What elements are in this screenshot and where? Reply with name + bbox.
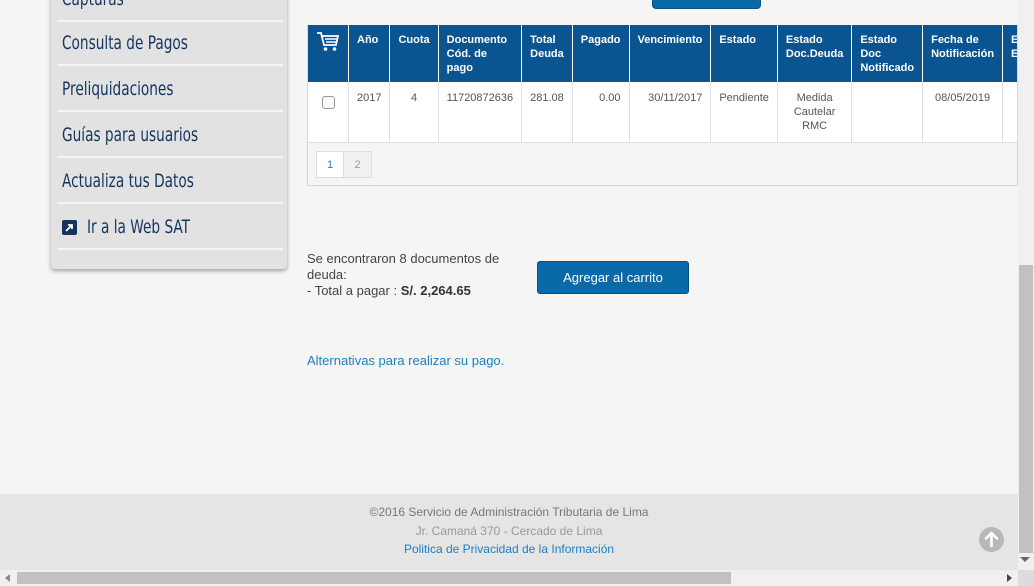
- scroll-right-arrow-icon[interactable]: [1007, 574, 1012, 582]
- privacy-policy-link[interactable]: Politica de Privacidad de la Información: [0, 542, 1018, 556]
- cell-estado-exp: [1002, 82, 1017, 143]
- total-amount: S/. 2,264.65: [400, 283, 471, 298]
- shopping-cart-icon: [316, 32, 340, 56]
- footer: ©2016 Servicio de Administración Tributa…: [0, 494, 1018, 570]
- external-link-icon: [62, 219, 77, 235]
- col-header-estado-exp: Estado de Expediente: [1002, 25, 1017, 82]
- cell-estado: Pendiente: [710, 82, 778, 143]
- cell-documento: 11720872636: [438, 82, 523, 143]
- table-row: 2017 4 11720872636 281.08 0.00 30/11/201…: [308, 82, 1017, 143]
- col-header-vencimiento: Vencimiento: [629, 25, 712, 82]
- summary-total: - Total a pagar : S/. 2,264.65: [307, 283, 471, 298]
- row-select-cell: [308, 82, 349, 143]
- cell-estado-notif: [851, 82, 924, 143]
- page-2[interactable]: 2: [344, 151, 372, 178]
- sidebar-item-preliquidaciones[interactable]: Preliquidaciones: [57, 68, 283, 112]
- cell-vencimiento: 30/11/2017: [629, 82, 712, 143]
- table-header-row: Año Cuota Documento Cód. de pago Total D…: [308, 25, 1017, 82]
- summary-count: Se encontraron 8 documentos de deuda:: [307, 251, 500, 282]
- col-header-estado-notif: Estado Doc Notificado: [851, 25, 924, 82]
- footer-copyright: ©2016 Servicio de Administración Tributa…: [369, 505, 649, 519]
- col-header-estado-doc: Estado Doc.Deuda: [777, 25, 853, 82]
- col-header-anio: Año: [348, 25, 391, 82]
- debt-summary: Se encontraron 8 documentos de deuda: - …: [307, 251, 507, 299]
- vertical-scrollbar-thumb[interactable]: [1019, 265, 1033, 553]
- col-header-estado: Estado: [710, 25, 778, 82]
- cell-pagado: 0.00: [572, 82, 630, 143]
- scrollbar-corner: [1018, 570, 1034, 586]
- cell-total: 281.08: [521, 82, 573, 143]
- scroll-to-top-icon[interactable]: [979, 527, 1004, 552]
- sidebar-menu: Capturas Consulta de Pagos Preliquidacio…: [51, 0, 287, 269]
- payment-alternatives-link[interactable]: Alternativas para realizar su pago.: [307, 353, 504, 368]
- col-header-pagado: Pagado: [572, 25, 630, 82]
- cart-header: [308, 25, 349, 82]
- footer-address: Jr. Camaná 370 - Cercado de Lima: [415, 524, 603, 538]
- sidebar-item-capturas[interactable]: Capturas: [57, 0, 283, 22]
- row-checkbox[interactable]: [321, 96, 335, 109]
- pagination: 1 2: [316, 151, 372, 178]
- debt-table-container: Año Cuota Documento Cód. de pago Total D…: [307, 25, 1018, 186]
- sidebar-item-consulta-pagos[interactable]: Consulta de Pagos: [57, 22, 283, 66]
- scroll-down-arrow-icon[interactable]: [1020, 557, 1030, 562]
- sidebar-item-web-sat[interactable]: Ir a la Web SAT: [57, 206, 283, 250]
- cell-cuota: 4: [389, 82, 439, 143]
- scroll-left-arrow-icon[interactable]: [5, 574, 10, 582]
- sidebar-item-actualiza-datos[interactable]: Actualiza tus Datos: [57, 160, 283, 204]
- add-to-cart-button[interactable]: Agregar al carrito: [537, 261, 689, 294]
- cell-fecha-notif: 08/05/2019: [922, 82, 1004, 143]
- col-header-total: Total Deuda: [521, 25, 573, 82]
- cell-estado-doc: Medida Cautelar RMC: [777, 82, 853, 143]
- sidebar-item-guias[interactable]: Guías para usuarios: [57, 114, 283, 158]
- top-action-button[interactable]: [652, 0, 761, 9]
- col-header-fecha-notif: Fecha de Notificación: [922, 25, 1004, 82]
- col-header-documento: Documento Cód. de pago: [438, 25, 523, 82]
- cell-anio: 2017: [348, 82, 391, 143]
- horizontal-scrollbar-thumb[interactable]: [17, 572, 731, 584]
- col-header-cuota: Cuota: [389, 25, 439, 82]
- debt-table: Año Cuota Documento Cód. de pago Total D…: [308, 25, 1017, 143]
- page-1[interactable]: 1: [316, 151, 344, 178]
